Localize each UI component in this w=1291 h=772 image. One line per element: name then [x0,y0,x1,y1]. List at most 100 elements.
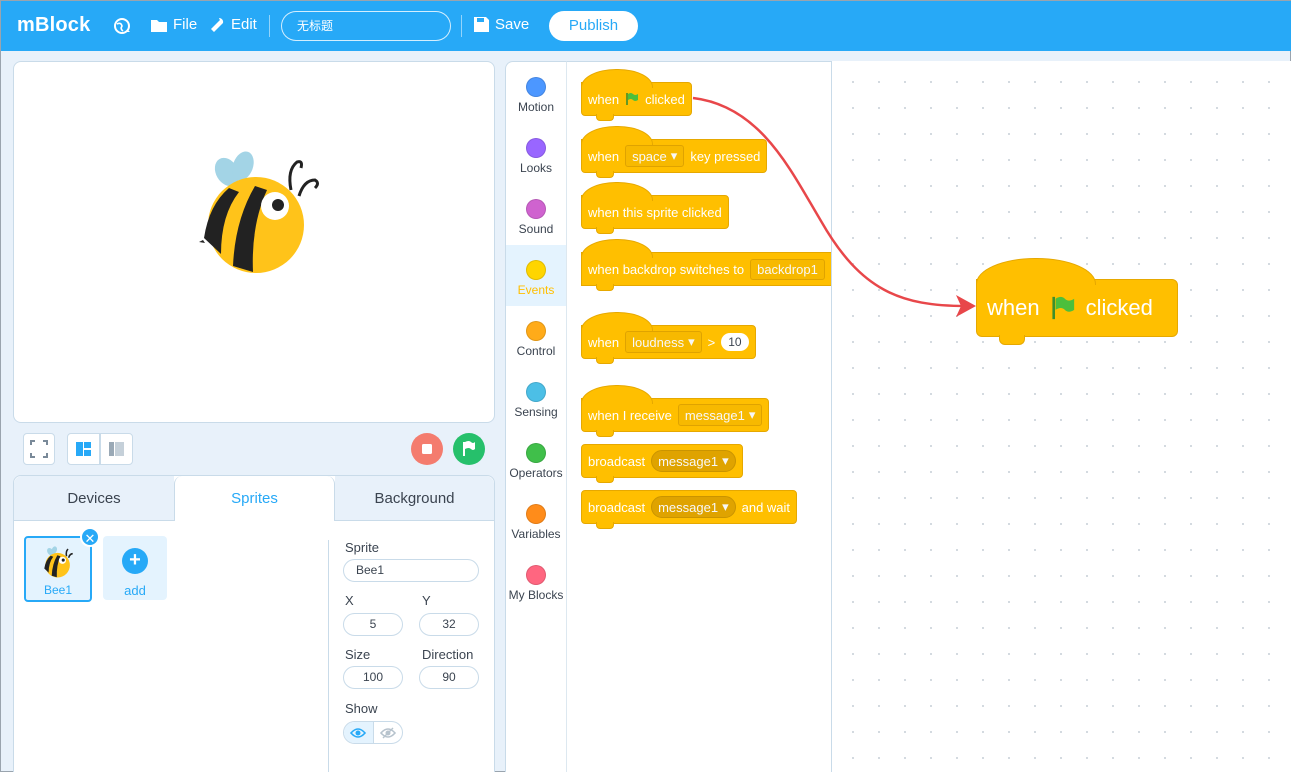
show-hidden-button[interactable] [374,722,403,743]
tab-background[interactable]: Background [335,476,494,521]
language-button[interactable] [113,16,133,36]
my-blocks-dot-icon [526,565,546,585]
block-when-i-receive[interactable]: when I receive message1 ▾ [581,385,770,437]
show-toggle [343,721,403,744]
category-sound[interactable]: Sound [506,184,566,245]
direction-input[interactable]: 90 [419,666,479,689]
sprite-panel: Devices Sprites Background Bee1 ✕ + add … [13,475,495,772]
category-variables[interactable]: Variables [506,489,566,550]
block-text: when I receive [588,407,672,423]
category-sensing[interactable]: Sensing [506,367,566,428]
category-label: Sensing [514,405,558,419]
green-flag-icon [1052,296,1074,320]
sprite-name-input[interactable]: Bee1 [343,559,479,582]
motion-dot-icon [526,77,546,97]
size-label: Size [345,647,371,662]
show-visible-button[interactable] [344,722,374,743]
block-when-sprite-clicked[interactable]: when this sprite clicked [581,182,729,234]
eye-hidden-icon [379,727,396,738]
category-operators[interactable]: Operators [506,428,566,489]
x-input[interactable]: 5 [343,613,403,636]
sprite-name-label: Sprite [345,540,379,555]
close-icon: ✕ [84,531,96,546]
dropdown-value: space [632,148,667,164]
size-input[interactable]: 100 [343,666,403,689]
message-dropdown[interactable]: message1 ▾ [651,496,736,518]
message-dropdown[interactable]: message1 ▾ [651,450,736,472]
globe-icon [114,18,130,34]
divider [328,540,329,772]
top-menu-bar: mBlock File Edit 无标题 Save Publish [1,1,1291,51]
block-broadcast[interactable]: broadcast message1 ▾ [581,444,743,483]
save-label: Save [495,16,530,33]
dropdown-value: backdrop1 [757,261,818,277]
dropdown-arrow-icon: ▾ [722,499,729,514]
sprite-thumbnail-bee1[interactable]: Bee1 [24,536,92,602]
wrench-icon [211,17,224,32]
block-text: clicked [1085,295,1153,320]
block-when-loudness[interactable]: when loudness ▾ > 10 [581,312,756,364]
category-looks[interactable]: Looks [506,123,566,184]
layout-small-icon [76,442,91,456]
category-events[interactable]: Events [506,245,566,306]
loudness-value-input[interactable]: 10 [721,333,749,351]
category-my-blocks[interactable]: My Blocks [506,550,566,611]
add-label: add [124,583,146,598]
category-label: Variables [511,527,561,541]
block-broadcast-and-wait[interactable]: broadcast message1 ▾ and wait [581,490,798,529]
save-icon [474,17,489,32]
dropdown-value: message1 [658,453,719,469]
plus-icon: + [122,548,148,574]
block-when-backdrop-switches[interactable]: when backdrop switches to backdrop1 [581,239,831,291]
fullscreen-icon [30,440,48,458]
divider [461,15,462,37]
small-stage-button[interactable] [67,433,100,465]
delete-sprite-button[interactable]: ✕ [80,527,100,547]
script-workspace[interactable] [832,61,1291,772]
block-text: clicked [645,91,685,107]
variables-dot-icon [526,504,546,524]
eye-icon [350,727,367,738]
file-menu[interactable]: File [151,16,197,33]
category-motion[interactable]: Motion [506,62,566,123]
stage-canvas[interactable] [13,61,495,423]
category-label: Looks [519,161,553,175]
flag-icon [463,441,475,456]
dropdown-arrow-icon: ▾ [748,407,756,422]
publish-button[interactable]: Publish [549,11,638,41]
category-control[interactable]: Control [506,306,566,367]
bee-sprite[interactable] [199,150,324,275]
fullscreen-button[interactable] [23,433,55,465]
workspace-block-when-flag-clicked[interactable]: when clicked [976,258,1178,345]
block-text: when [588,148,620,164]
sensor-dropdown[interactable]: loudness ▾ [625,331,702,353]
message-dropdown[interactable]: message1 ▾ [677,404,763,426]
block-when-key-pressed[interactable]: when space ▾ key pressed [581,126,768,178]
category-label: Events [517,283,555,297]
layout-large-icon [109,442,124,456]
edit-menu[interactable]: Edit [209,16,257,33]
stop-button[interactable] [411,433,443,465]
add-sprite-button[interactable]: + add [103,536,167,600]
save-button[interactable]: Save [474,16,529,33]
block-text: key pressed [690,148,761,164]
tab-devices[interactable]: Devices [14,476,174,521]
block-when-flag-clicked[interactable]: when clicked [581,69,692,121]
project-title-input[interactable]: 无标题 [281,11,451,41]
block-text: and wait [741,499,791,515]
green-flag-icon [626,93,639,105]
key-dropdown[interactable]: space ▾ [625,145,685,167]
backdrop-dropdown[interactable]: backdrop1 [750,258,825,280]
bee-thumbnail-icon [44,546,73,578]
y-label: Y [422,593,431,608]
large-stage-button[interactable] [100,433,133,465]
dropdown-value: loudness [632,334,685,350]
dropdown-arrow-icon: ▾ [688,334,695,349]
block-categories: Motion Looks Sound Events Control Sensin… [505,61,566,772]
category-label: Motion [517,100,555,114]
tab-sprites[interactable]: Sprites [174,476,335,521]
y-input[interactable]: 32 [419,613,479,636]
green-flag-button[interactable] [453,433,485,465]
block-text: > [707,334,716,350]
block-text: when [987,295,1040,320]
